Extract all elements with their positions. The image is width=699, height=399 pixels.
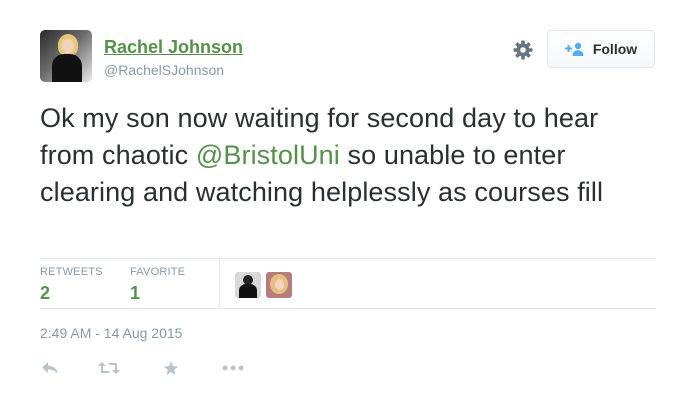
avatar[interactable] xyxy=(40,30,92,82)
stats-separator xyxy=(219,258,220,308)
gear-icon[interactable] xyxy=(511,38,535,62)
stats-top-divider xyxy=(40,258,656,259)
reply-icon[interactable] xyxy=(41,358,59,378)
more-icon[interactable] xyxy=(222,358,244,378)
favorites-stat[interactable]: FAVORITE 1 xyxy=(130,266,185,304)
timestamp[interactable]: 2:49 AM - 14 Aug 2015 xyxy=(40,325,182,341)
retweets-count: 2 xyxy=(40,283,51,303)
favorites-count: 1 xyxy=(130,283,141,303)
favoriter-avatar[interactable] xyxy=(266,272,292,298)
retweet-icon[interactable] xyxy=(98,358,120,378)
stats-bottom-divider xyxy=(40,308,656,309)
user-handle: @RachelSJohnson xyxy=(104,62,225,78)
retweeter-avatar[interactable] xyxy=(235,272,261,298)
tweet-card: Rachel Johnson @RachelSJohnson Follow Ok… xyxy=(0,0,699,399)
favorite-icon[interactable] xyxy=(162,358,180,378)
retweets-stat[interactable]: RETWEETS 2 xyxy=(40,266,103,304)
user-name-link[interactable]: Rachel Johnson xyxy=(104,37,243,58)
retweets-label: RETWEETS xyxy=(40,266,103,278)
follow-label: Follow xyxy=(592,41,638,57)
tweet-text: Ok my son now waiting for second day to … xyxy=(40,100,660,211)
mention-link[interactable]: @BristolUni xyxy=(196,140,340,170)
follow-button[interactable]: Follow xyxy=(547,30,655,68)
favorites-label: FAVORITE xyxy=(130,266,186,278)
add-user-icon xyxy=(564,42,585,56)
